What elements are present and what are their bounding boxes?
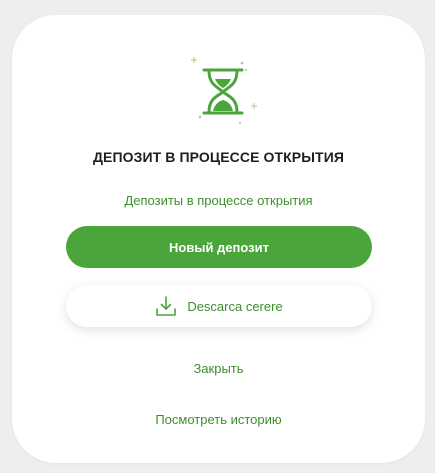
new-deposit-button-label: Новый депозит [169, 239, 269, 255]
dialog-title: ДЕПОЗИТ В ПРОЦЕССЕ ОТКРЫТИЯ [92, 149, 345, 165]
new-deposit-button[interactable]: Новый депозит [66, 226, 372, 268]
download-request-button-label: Descarca cerere [187, 298, 283, 314]
view-history-link[interactable]: Посмотреть историю [12, 412, 425, 427]
hourglass-icon [191, 57, 257, 124]
close-link[interactable]: Закрыть [12, 361, 425, 376]
download-request-button[interactable]: Descarca cerere [66, 285, 372, 327]
download-icon [156, 296, 177, 316]
dialog-subtitle: Депозиты в процессе открытия [124, 193, 313, 208]
deposit-dialog: ДЕПОЗИТ В ПРОЦЕССЕ ОТКРЫТИЯ Депозиты в п… [12, 15, 425, 463]
